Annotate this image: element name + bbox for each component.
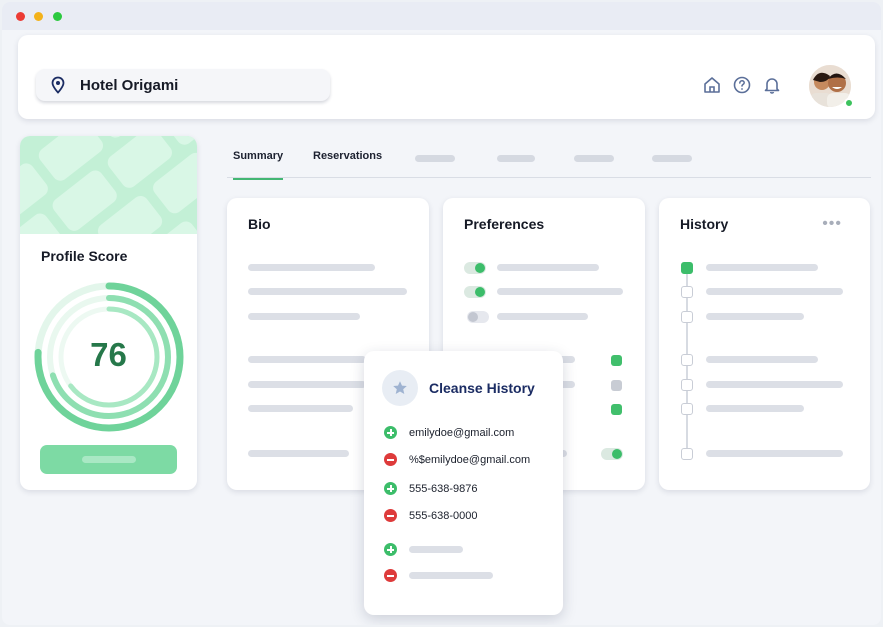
tab-placeholder[interactable] <box>574 155 614 162</box>
profile-score-value: 76 <box>90 336 127 373</box>
history-line <box>706 288 843 295</box>
app-window: Hotel Origami Profile Score 76 Summary R… <box>2 2 881 625</box>
profile-score-title: Profile Score <box>41 248 128 264</box>
bio-line <box>248 405 353 412</box>
minimize-window-button[interactable] <box>34 12 43 21</box>
history-checkbox[interactable] <box>681 262 693 274</box>
tab-placeholder[interactable] <box>497 155 535 162</box>
history-checkbox[interactable] <box>681 379 693 391</box>
top-header: Hotel Origami <box>18 35 875 119</box>
preference-checkbox[interactable] <box>611 355 622 366</box>
more-options-icon[interactable]: ••• <box>822 216 842 232</box>
cleanse-history-popup: Cleanse History emilydoe@gmail.com %$emi… <box>364 351 563 615</box>
cleanse-row-text: emilydoe@gmail.com <box>409 426 515 439</box>
add-icon[interactable] <box>384 482 397 495</box>
user-avatar[interactable] <box>809 65 854 108</box>
history-line <box>706 381 843 388</box>
cleanse-row[interactable]: 555-638-9876 <box>384 482 478 495</box>
history-checkbox[interactable] <box>681 311 693 323</box>
bell-icon[interactable] <box>762 75 782 95</box>
bio-line <box>248 288 407 295</box>
history-checkbox[interactable] <box>681 448 693 460</box>
history-line <box>706 356 818 363</box>
cleanse-row[interactable]: %$emilydoe@gmail.com <box>384 453 530 466</box>
history-card: History ••• <box>659 198 870 490</box>
tab-summary[interactable]: Summary <box>233 150 284 180</box>
location-pin-icon <box>51 76 65 94</box>
cleanse-row-text: 555-638-0000 <box>409 509 478 522</box>
profile-score-card: Profile Score 76 <box>20 136 197 490</box>
cleanse-row[interactable] <box>384 543 463 556</box>
bio-line <box>248 264 375 271</box>
tab-bar: Summary Reservations <box>227 138 871 180</box>
cleanse-row[interactable] <box>384 569 493 582</box>
preference-toggle[interactable] <box>467 311 489 323</box>
button-label-placeholder <box>82 456 136 463</box>
cleanse-history-title: Cleanse History <box>429 380 535 396</box>
online-status-dot <box>844 98 854 108</box>
cleanse-row-text: %$emilydoe@gmail.com <box>409 453 531 466</box>
preference-toggle[interactable] <box>601 448 623 460</box>
preference-checkbox[interactable] <box>611 404 622 415</box>
preference-line <box>497 288 623 295</box>
row-placeholder <box>409 546 463 553</box>
history-checkbox[interactable] <box>681 354 693 366</box>
tab-placeholder[interactable] <box>415 155 455 162</box>
preference-line <box>497 313 588 320</box>
history-checkbox[interactable] <box>681 403 693 415</box>
bio-line <box>248 313 360 320</box>
add-icon[interactable] <box>384 543 397 556</box>
hotel-name: Hotel Origami <box>80 76 179 94</box>
cleanse-row-text: 555-638-9876 <box>409 482 478 495</box>
preferences-title: Preferences <box>464 216 545 232</box>
bio-line <box>248 381 366 388</box>
add-icon[interactable] <box>384 426 397 439</box>
star-badge <box>382 370 418 406</box>
history-line <box>706 405 804 412</box>
cleanse-row[interactable]: 555-638-0000 <box>384 509 478 522</box>
score-action-button[interactable] <box>40 445 177 474</box>
history-checkbox[interactable] <box>681 286 693 298</box>
remove-icon[interactable] <box>384 569 397 582</box>
hotel-selector[interactable]: Hotel Origami <box>36 69 330 101</box>
title-bar <box>2 2 881 30</box>
history-line <box>706 313 804 320</box>
maximize-window-button[interactable] <box>53 12 62 21</box>
home-icon[interactable] <box>702 75 722 95</box>
tab-reservations[interactable]: Reservations <box>313 150 382 162</box>
preference-toggle[interactable] <box>464 262 486 274</box>
remove-icon[interactable] <box>384 453 397 466</box>
close-window-button[interactable] <box>16 12 25 21</box>
preference-toggle[interactable] <box>464 286 486 298</box>
preference-line <box>497 264 599 271</box>
cleanse-row[interactable]: emilydoe@gmail.com <box>384 426 514 439</box>
score-banner-pattern <box>20 136 197 234</box>
bio-title: Bio <box>248 216 271 232</box>
remove-icon[interactable] <box>384 509 397 522</box>
history-line <box>706 450 843 457</box>
row-placeholder <box>409 572 493 579</box>
bio-line <box>248 450 349 457</box>
star-icon <box>393 381 407 394</box>
history-title: History <box>680 216 729 232</box>
tab-placeholder[interactable] <box>652 155 692 162</box>
preference-checkbox[interactable] <box>611 380 622 391</box>
bio-line <box>248 356 366 363</box>
help-icon[interactable] <box>732 75 752 95</box>
history-line <box>706 264 818 271</box>
